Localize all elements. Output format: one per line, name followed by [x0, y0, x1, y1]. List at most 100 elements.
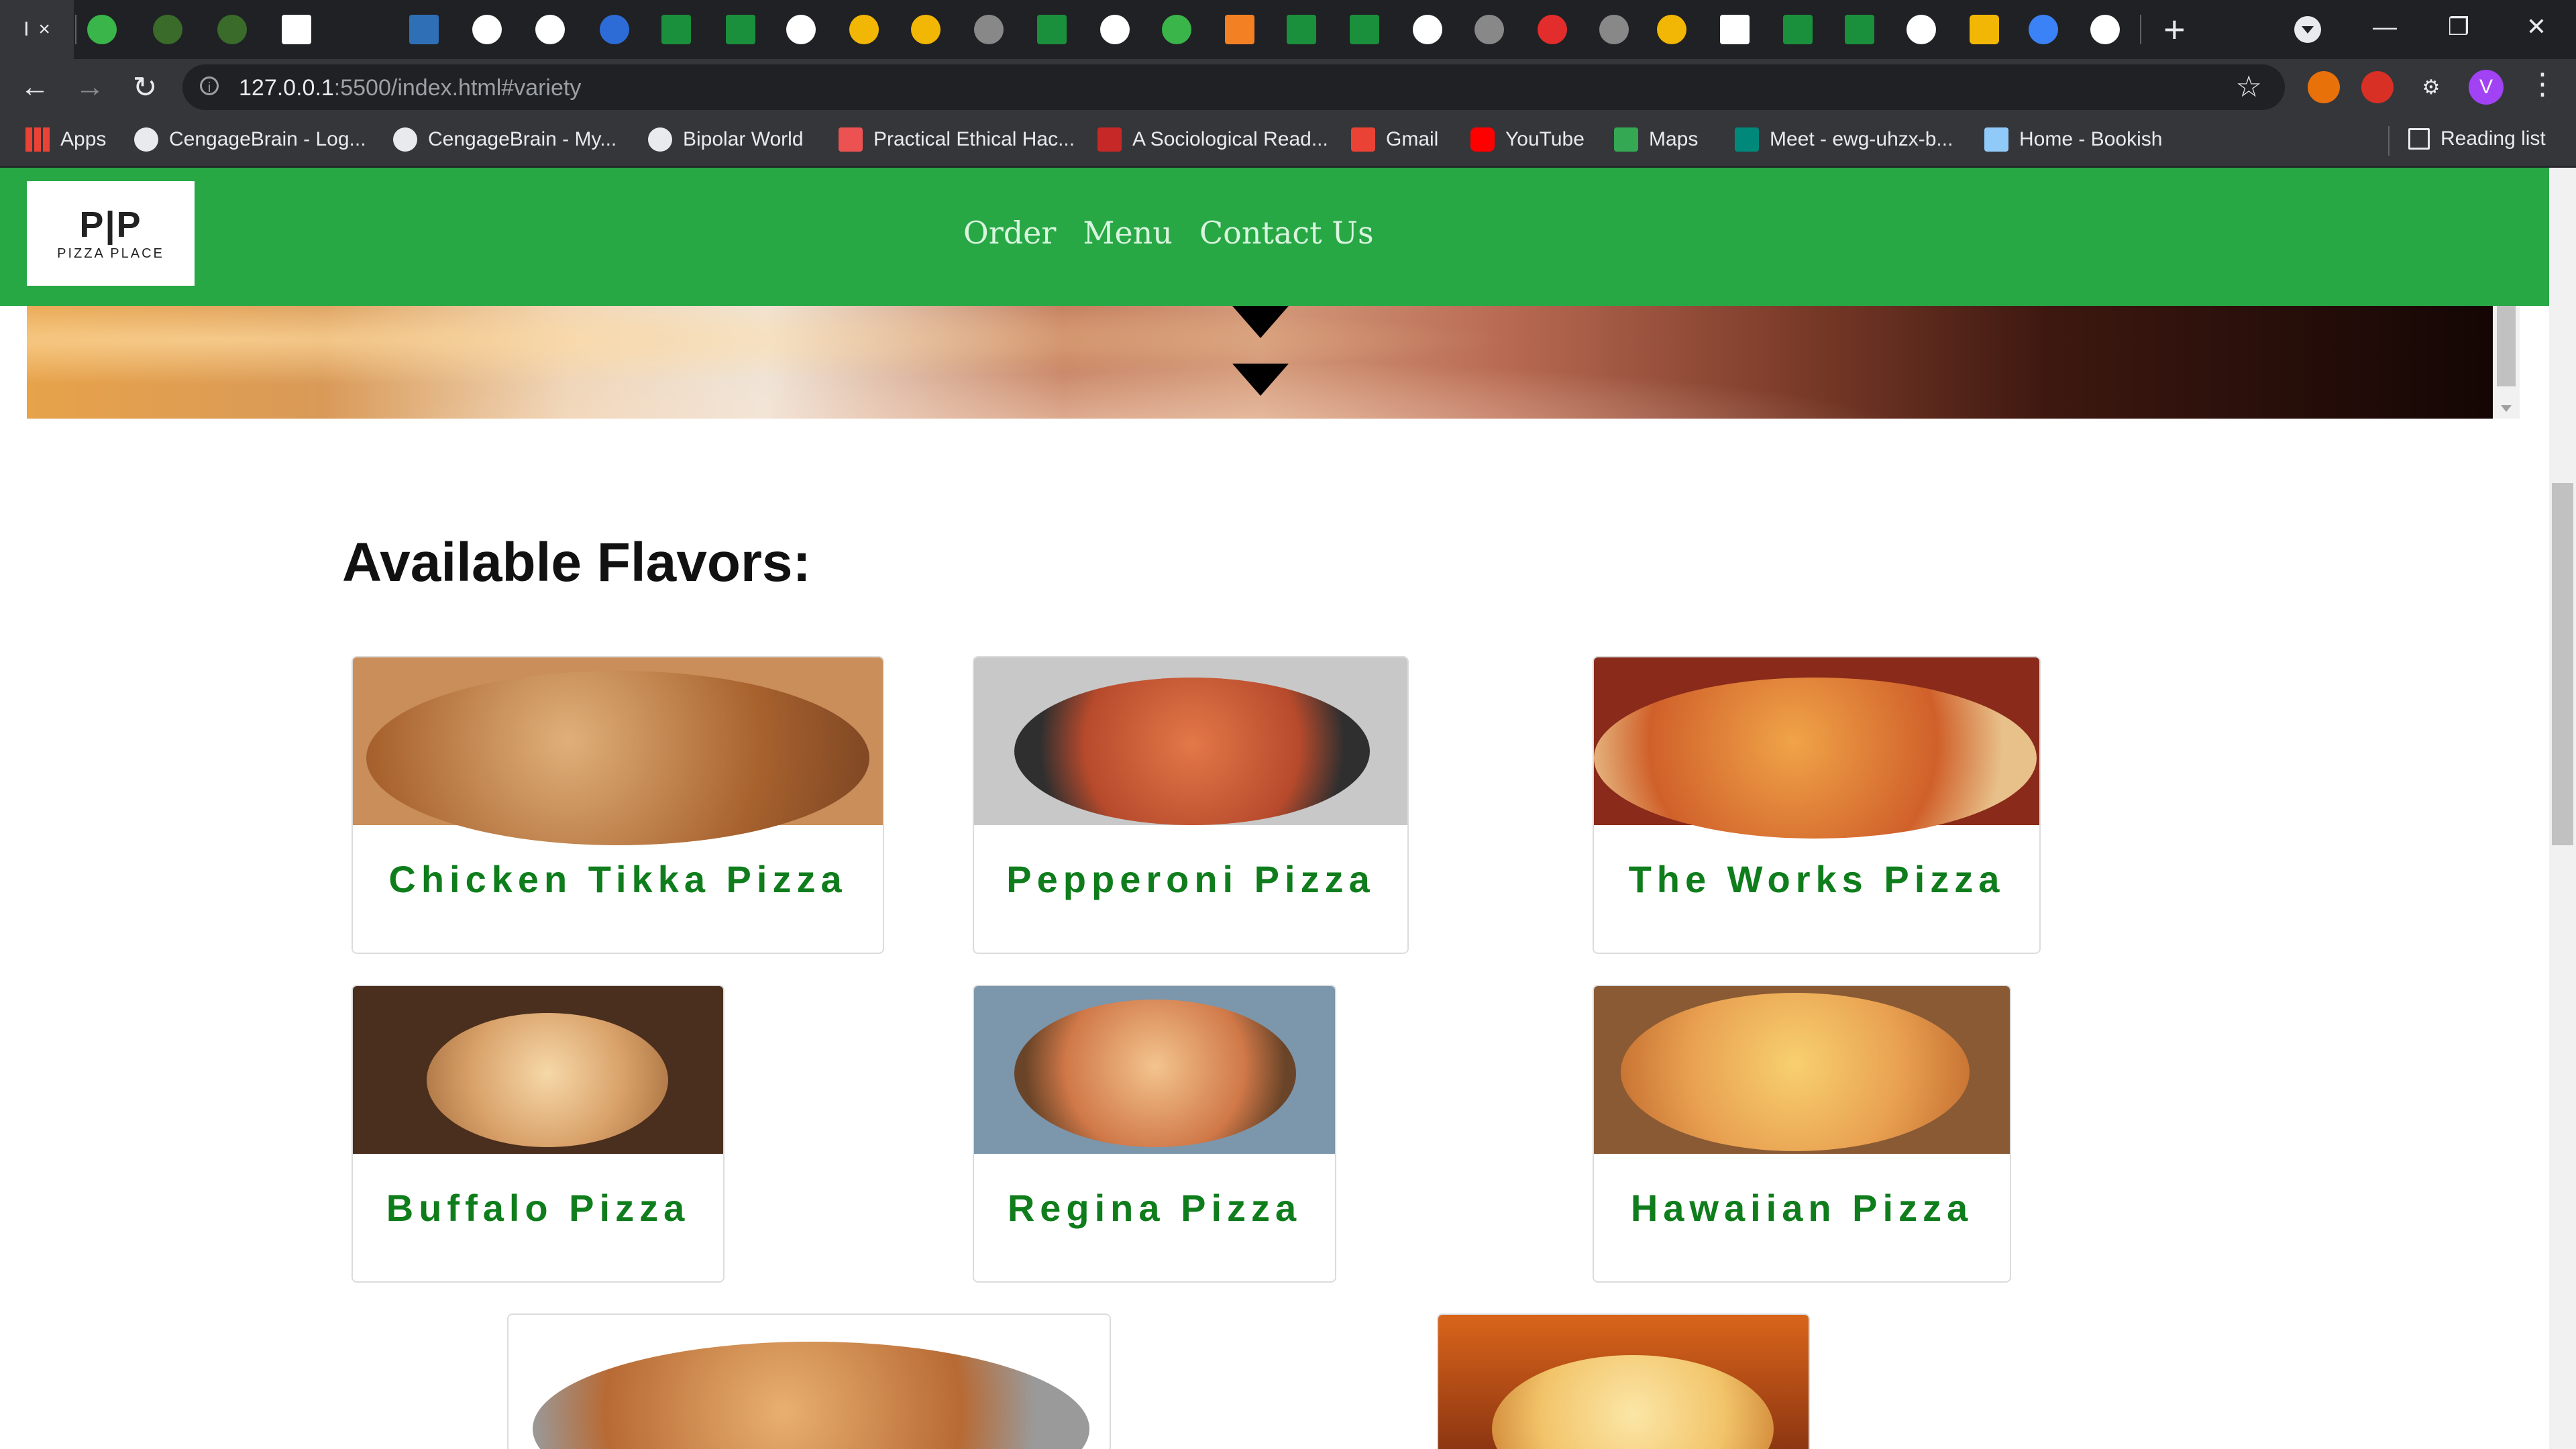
bookmark-item[interactable]: Maps — [1614, 127, 1698, 152]
new-tab-button[interactable]: + — [2163, 9, 2186, 50]
browser-menu-icon[interactable]: ⋮ — [2528, 67, 2557, 101]
site-info-icon[interactable]: i — [200, 76, 219, 95]
opera-icon[interactable] — [1538, 15, 1567, 44]
w-icon[interactable] — [1350, 15, 1379, 44]
pizza-image — [1438, 1315, 1809, 1449]
address-bar[interactable]: i 127.0.0.1:5500/index.html#variety ☆ — [182, 64, 2285, 110]
tab-favicon-icon[interactable] — [153, 15, 182, 44]
nav-link-contact[interactable]: Contact Us — [1199, 215, 1374, 251]
scroll-down-arrow-icon[interactable] — [1232, 306, 1289, 338]
bookmark-item[interactable]: Gmail — [1351, 127, 1438, 152]
google-icon[interactable] — [472, 15, 502, 44]
page-scrollbar[interactable] — [2549, 168, 2576, 1449]
tab-favicon-icon[interactable] — [2029, 15, 2058, 44]
bookmark-item[interactable]: A Sociological Read... — [1097, 127, 1328, 152]
tab-favicon-icon[interactable] — [1162, 15, 1191, 44]
flavor-card[interactable]: Chicken Tikka Pizza — [352, 656, 884, 954]
hero-scrollbar[interactable] — [2493, 306, 2520, 419]
bookmark-item[interactable]: Bipolar World — [648, 127, 804, 152]
google-icon[interactable] — [1413, 15, 1442, 44]
flavor-card[interactable]: Hawaiian Pizza — [1593, 985, 2011, 1283]
google-icon[interactable] — [1100, 15, 1130, 44]
bookmark-item[interactable]: YouTube — [1470, 127, 1585, 152]
reading-list-icon — [2408, 128, 2430, 150]
page-scroll-thumb[interactable] — [2552, 483, 2573, 845]
google-icon[interactable] — [1907, 15, 1936, 44]
tab-favicon-icon[interactable] — [1657, 15, 1686, 44]
globe-icon[interactable] — [974, 15, 1004, 44]
bookmark-apps[interactable]: Apps — [25, 127, 106, 152]
tab-search-icon[interactable] — [2294, 16, 2321, 43]
w-icon[interactable] — [1845, 15, 1874, 44]
flavor-card[interactable]: The Works Pizza — [1593, 656, 2041, 954]
bookmark-label: A Sociological Read... — [1132, 128, 1328, 150]
google-icon[interactable] — [786, 15, 816, 44]
tab-close-button[interactable]: × — [38, 18, 50, 41]
flavor-name: Hawaiian Pizza — [1630, 1187, 1974, 1229]
adblock-icon[interactable] — [2361, 71, 2394, 103]
nav-link-menu[interactable]: Menu — [1083, 215, 1173, 251]
tab-favicon-icon[interactable] — [1970, 15, 1999, 44]
extensions-puzzle-icon[interactable]: ⚙ — [2415, 71, 2447, 103]
tab-favicon-icon[interactable] — [87, 15, 117, 44]
globe-icon[interactable] — [1599, 15, 1629, 44]
extension-icon[interactable] — [2308, 71, 2340, 103]
book-icon — [1097, 127, 1122, 152]
tab-favicon-icon[interactable] — [1720, 15, 1750, 44]
tab-favicon-icon[interactable] — [911, 15, 941, 44]
google-icon[interactable] — [535, 15, 565, 44]
pizza-image — [353, 657, 883, 845]
url-text[interactable]: 127.0.0.1:5500/index.html#variety — [239, 75, 581, 101]
reading-list-button[interactable]: Reading list — [2408, 127, 2546, 150]
bookmark-item[interactable]: CengageBrain - Log... — [134, 127, 366, 152]
flavor-name: Buffalo Pizza — [386, 1187, 690, 1229]
tab-favicon-icon[interactable] — [282, 15, 311, 44]
stackoverflow-icon[interactable] — [1225, 15, 1254, 44]
flavor-card[interactable] — [1437, 1313, 1810, 1449]
profile-avatar[interactable]: V — [2469, 70, 2504, 105]
bookmark-item[interactable]: Home - Bookish — [1984, 127, 2162, 152]
pizza-image — [1594, 986, 2010, 1154]
close-window-icon[interactable]: ✕ — [2506, 7, 2567, 47]
w-icon[interactable] — [661, 15, 691, 44]
tab-favicon-icon[interactable] — [409, 15, 439, 44]
flavor-name: Pepperoni Pizza — [1006, 858, 1375, 900]
back-icon[interactable]: ← — [15, 67, 55, 107]
tab-favicon-icon[interactable] — [849, 15, 879, 44]
tab-divider — [75, 15, 76, 44]
restore-icon[interactable]: ❐ — [2428, 7, 2489, 47]
forward-icon[interactable]: → — [70, 67, 110, 107]
bookmark-star-icon[interactable]: ☆ — [2236, 70, 2262, 104]
hero-scroll-thumb[interactable] — [2497, 306, 2516, 386]
maps-icon — [1614, 127, 1638, 152]
active-tab[interactable]: I × — [0, 0, 74, 59]
site-logo[interactable]: P|P PIZZA PLACE — [27, 181, 195, 286]
w-icon[interactable] — [1037, 15, 1067, 44]
scroll-down-arrow-icon[interactable] — [1232, 364, 1289, 396]
reload-icon[interactable]: ↻ — [125, 67, 165, 107]
github-icon[interactable] — [2090, 15, 2120, 44]
flavor-card[interactable] — [507, 1313, 1111, 1449]
bookmark-item[interactable]: CengageBrain - My... — [393, 127, 616, 152]
apps-grid-icon — [25, 127, 50, 152]
flavor-card[interactable]: Buffalo Pizza — [352, 985, 724, 1283]
w-icon[interactable] — [1783, 15, 1813, 44]
hero-image — [27, 306, 2493, 419]
bookmark-item[interactable]: Meet - ewg-uhzx-b... — [1735, 127, 1953, 152]
tab-favicon-icon[interactable] — [217, 15, 247, 44]
w-icon[interactable] — [726, 15, 755, 44]
bookmark-item[interactable]: Practical Ethical Hac... — [839, 127, 1075, 152]
tab-divider — [2140, 15, 2141, 44]
bookmark-label: Apps — [60, 128, 107, 150]
dominos-icon[interactable] — [600, 15, 629, 44]
w-icon[interactable] — [1287, 15, 1316, 44]
nav-link-order[interactable]: Order — [963, 215, 1056, 251]
reading-list-label: Reading list — [2440, 127, 2546, 150]
minimize-icon[interactable]: — — [2355, 7, 2415, 47]
scroll-down-icon[interactable] — [2501, 405, 2512, 412]
flavor-card[interactable]: Pepperoni Pizza — [973, 656, 1409, 954]
flavor-card[interactable]: Regina Pizza — [973, 985, 1336, 1283]
globe-icon — [134, 127, 158, 152]
globe-icon[interactable] — [1474, 15, 1504, 44]
site-nav: Order Menu Contact Us — [963, 215, 1374, 251]
